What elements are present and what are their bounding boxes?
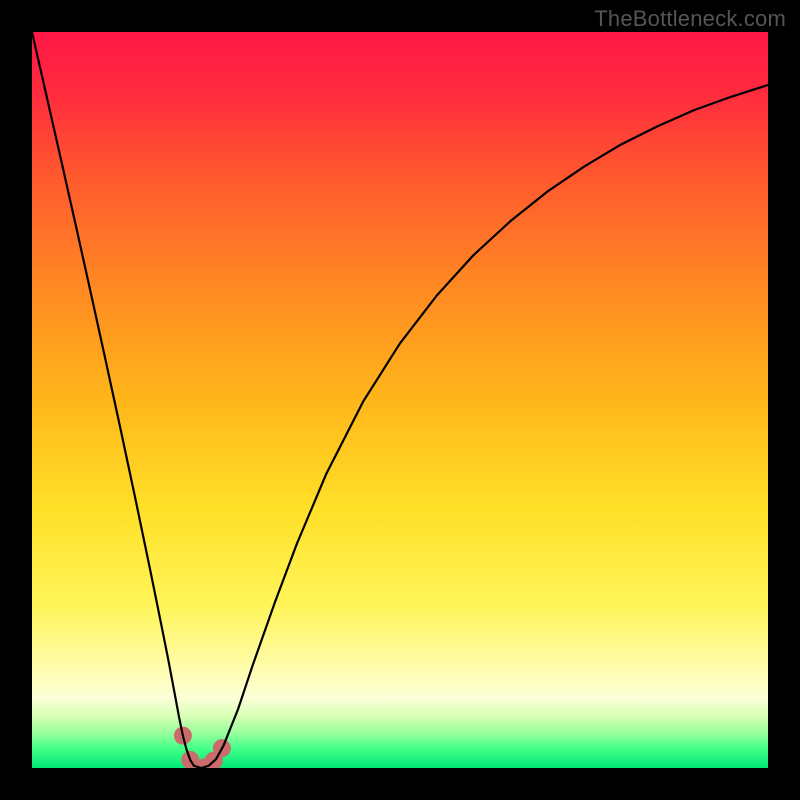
gradient-background	[32, 32, 768, 768]
plot-area	[32, 32, 768, 768]
watermark-label: TheBottleneck.com	[594, 6, 786, 32]
chart-frame: TheBottleneck.com	[0, 0, 800, 800]
bottleneck-chart	[32, 32, 768, 768]
